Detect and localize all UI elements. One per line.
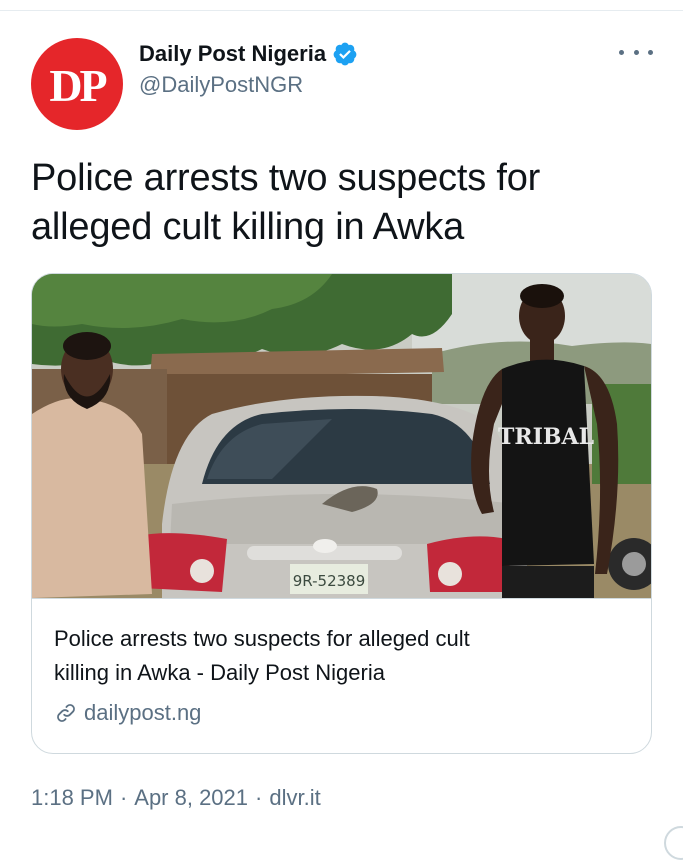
corner-partial-icon[interactable]	[664, 826, 683, 860]
tweet-time[interactable]: 1:18 PM	[31, 785, 113, 811]
tweet-text: Police arrests two suspects for alleged …	[31, 154, 651, 252]
tweet-source[interactable]: dlvr.it	[269, 785, 320, 811]
plate-text: 9R-52389	[293, 572, 366, 590]
link-icon	[54, 701, 78, 725]
more-dot	[633, 49, 639, 55]
more-dot	[648, 49, 653, 55]
tweet-text-line: Police arrests two suspects for	[31, 157, 541, 199]
card-title-line: killing in Awka - Daily Post Nigeria	[54, 660, 385, 685]
card-domain-text: dailypost.ng	[84, 700, 202, 725]
more-options-icon[interactable]	[619, 41, 653, 63]
top-divider	[0, 0, 683, 11]
display-name[interactable]: Daily Post Nigeria	[139, 41, 326, 67]
name-row: Daily Post Nigeria	[139, 38, 358, 70]
card-title[interactable]: Police arrests two suspects for alleged …	[54, 622, 634, 690]
card-photo: 9R-52389 TRIBAL	[32, 274, 651, 598]
meta-separator: ·	[119, 785, 128, 810]
avatar-logo-text: DP	[49, 59, 107, 111]
more-dot	[619, 49, 624, 55]
meta-separator: ·	[255, 785, 263, 810]
tweet-meta: 1:18 PM · Apr 8, 2021 · dlvr.it	[31, 785, 321, 811]
author-info: Daily Post Nigeria @DailyPostNGR	[139, 38, 358, 98]
card-divider	[32, 598, 651, 599]
shirt-text: TRIBAL	[498, 424, 594, 450]
verified-badge-icon	[332, 41, 358, 67]
tweet-text-line: alleged cult killing in Awka	[31, 206, 465, 248]
tweet: DP Daily Post Nigeria @DailyPostNGR Poli…	[0, 11, 683, 860]
link-card[interactable]: 9R-52389 TRIBAL Police arrests two suspe…	[31, 273, 652, 754]
tweet-date[interactable]: Apr 8, 2021	[134, 785, 248, 811]
avatar[interactable]: DP	[31, 38, 123, 130]
card-title-line: Police arrests two suspects for alleged …	[54, 626, 470, 651]
card-domain[interactable]: dailypost.ng	[54, 700, 201, 726]
handle[interactable]: @DailyPostNGR	[139, 72, 358, 98]
